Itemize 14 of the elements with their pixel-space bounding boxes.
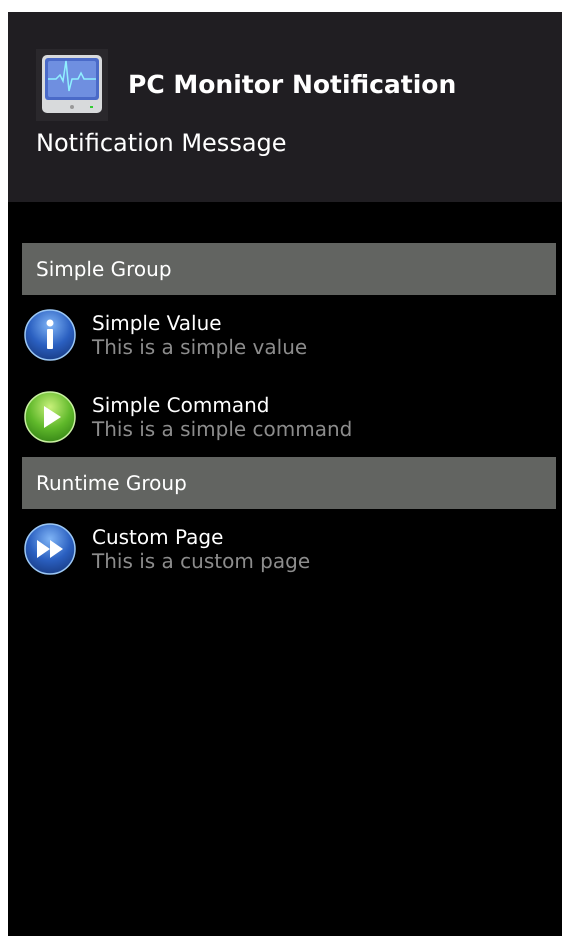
info-icon [24,309,76,361]
group-header: Simple Group [22,243,556,295]
item-description: This is a simple value [92,335,308,359]
item-description: This is a simple command [92,417,352,441]
item-title[interactable]: Simple Value [92,311,308,335]
monitor-icon [36,49,108,121]
item-description: This is a custom page [92,549,310,573]
fast-forward-icon [24,523,76,575]
notification-title: PC Monitor Notification [128,69,456,102]
item-title[interactable]: Simple Command [92,393,352,417]
item-title[interactable]: Custom Page [92,525,310,549]
play-icon [24,391,76,443]
group-header: Runtime Group [22,457,556,509]
notification-message: Notification Message [36,128,288,159]
